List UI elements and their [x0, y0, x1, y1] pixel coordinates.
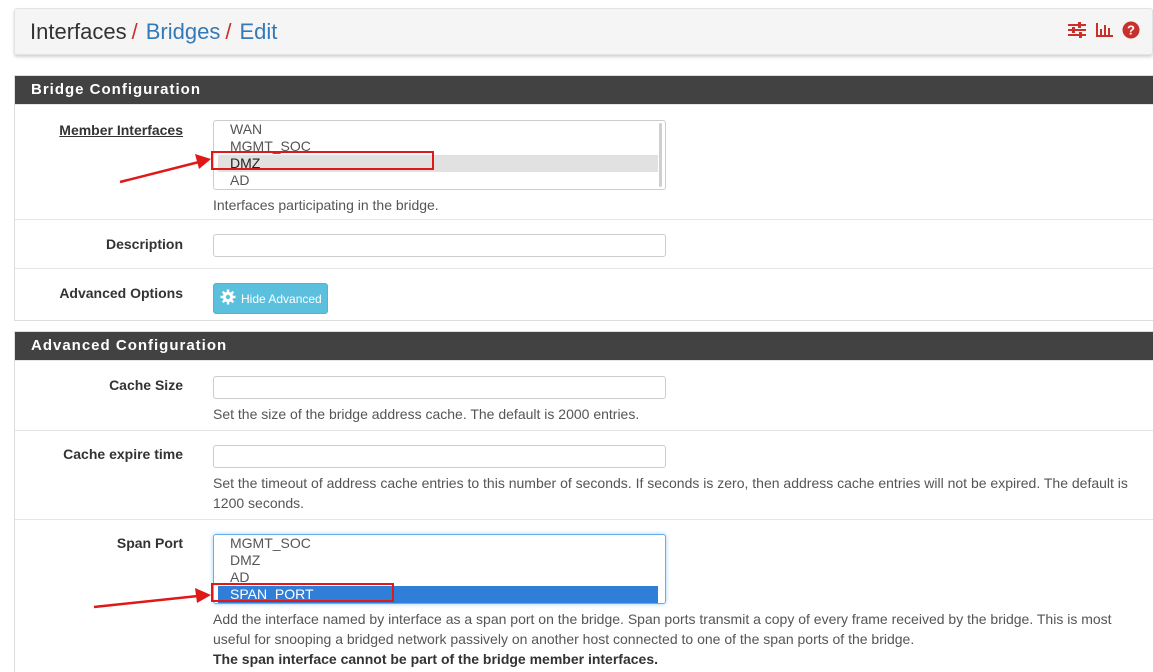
hide-advanced-button[interactable]: Hide Advanced	[213, 283, 328, 314]
cache-expire-row: Cache expire time Set the timeout of add…	[15, 430, 1153, 519]
span-port-help: Add the interface named by interface as …	[213, 609, 1143, 669]
cache-expire-help-line1: Set the timeout of address cache entries…	[213, 475, 1128, 491]
cache-size-label: Cache Size	[109, 377, 183, 393]
advanced-options-label: Advanced Options	[59, 285, 183, 301]
scrollbar[interactable]	[659, 123, 662, 187]
breadcrumb-interfaces: Interfaces	[30, 18, 127, 44]
hide-advanced-label: Hide Advanced	[241, 291, 322, 306]
annotation-box-span-port	[211, 583, 394, 602]
gear-icon	[220, 289, 236, 308]
annotation-arrow-icon	[93, 588, 211, 609]
breadcrumb-bridges-link[interactable]: Bridges	[146, 19, 221, 45]
cache-size-input[interactable]	[213, 376, 666, 399]
span-port-label: Span Port	[116, 535, 183, 551]
cache-expire-help-line2: 1200 seconds.	[213, 495, 305, 511]
span-port-help-line2: useful for snooping a bridged network pa…	[213, 631, 915, 647]
breadcrumb-edit-link[interactable]: Edit	[239, 19, 277, 45]
cache-expire-input[interactable]	[213, 445, 666, 468]
cache-expire-label: Cache expire time	[63, 446, 183, 462]
list-item[interactable]: MGMT_SOC	[218, 535, 658, 552]
member-interfaces-label: Member Interfaces	[59, 122, 183, 138]
list-item[interactable]: DMZ	[218, 552, 658, 569]
member-interfaces-help: Interfaces participating in the bridge.	[213, 197, 439, 213]
cache-size-help: Set the size of the bridge address cache…	[213, 406, 640, 422]
sliders-icon[interactable]	[1067, 21, 1087, 39]
bar-chart-icon[interactable]	[1095, 21, 1114, 39]
list-item[interactable]: AD	[218, 172, 658, 189]
breadcrumb: Interfaces / Bridges / Edit ?	[14, 8, 1153, 55]
bridge-configuration-panel: Bridge Configuration Member Interfaces W…	[14, 75, 1153, 321]
annotation-arrow-icon	[119, 154, 211, 184]
description-input[interactable]	[213, 234, 666, 257]
breadcrumb-separator: /	[131, 18, 138, 44]
cache-expire-help: Set the timeout of address cache entries…	[213, 473, 1143, 513]
span-port-help-line1: Add the interface named by interface as …	[213, 611, 1112, 627]
description-label: Description	[105, 236, 183, 252]
span-port-help-warning: The span interface cannot be part of the…	[213, 651, 658, 667]
svg-text:?: ?	[1127, 23, 1135, 38]
panel-heading: Advanced Configuration	[15, 332, 1153, 360]
description-row: Description	[15, 219, 1153, 268]
help-icon[interactable]: ?	[1122, 21, 1140, 39]
advanced-configuration-panel: Advanced Configuration Cache Size Set th…	[14, 331, 1153, 672]
annotation-box-dmz	[211, 151, 434, 170]
advanced-options-row: Advanced Options Hide Advanced	[15, 268, 1153, 321]
cache-size-row: Cache Size Set the size of the bridge ad…	[15, 360, 1153, 430]
panel-heading: Bridge Configuration	[15, 76, 1153, 104]
breadcrumb-separator: /	[225, 18, 232, 44]
list-item[interactable]: WAN	[218, 121, 658, 138]
